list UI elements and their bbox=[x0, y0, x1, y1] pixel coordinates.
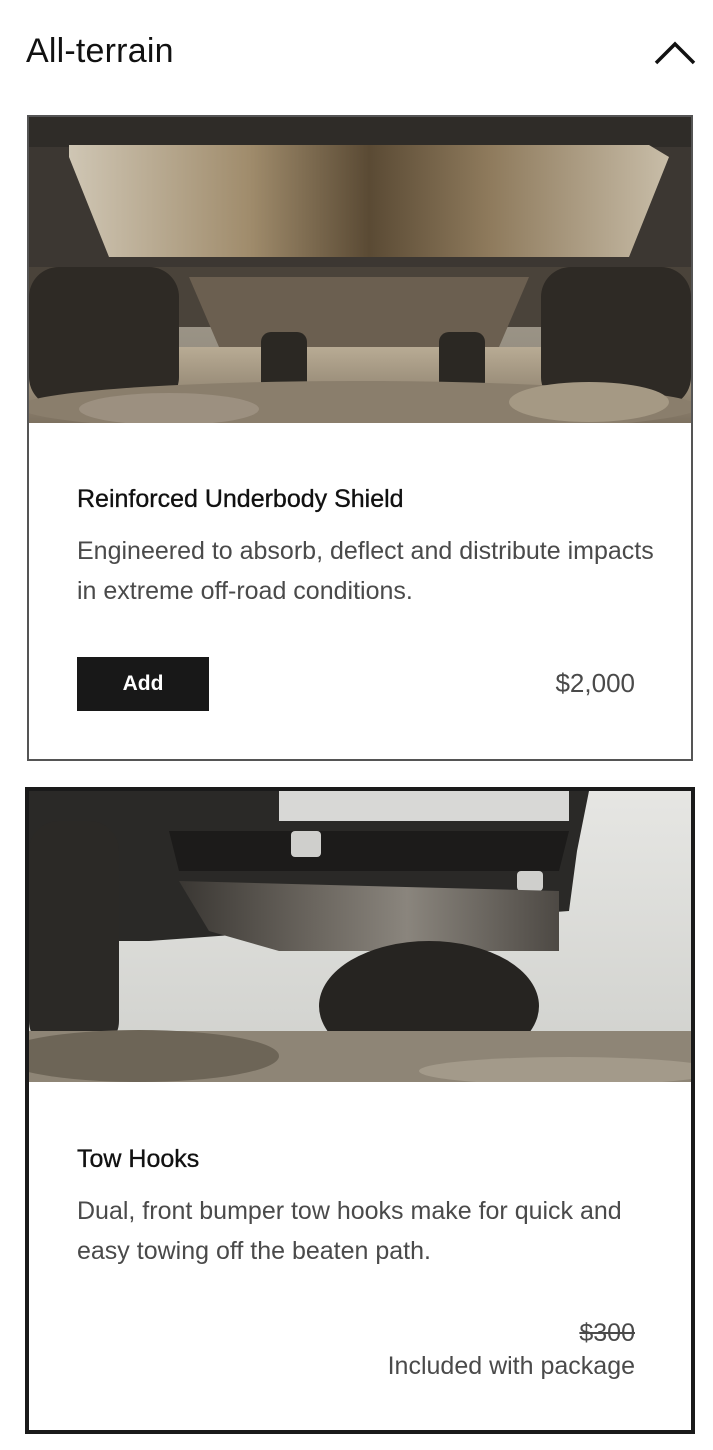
accessories-page: All-terrain Reinforced Underbody Shield … bbox=[0, 0, 713, 1450]
underbody-shield-image bbox=[29, 117, 691, 423]
add-button[interactable]: Add bbox=[77, 657, 209, 711]
accessory-card-tow-hooks[interactable]: Tow Hooks Dual, front bumper tow hooks m… bbox=[25, 787, 695, 1434]
card-title: Reinforced Underbody Shield bbox=[77, 485, 404, 513]
original-price: $300 bbox=[579, 1319, 635, 1347]
chevron-up-icon[interactable] bbox=[652, 34, 698, 74]
section-header-all-terrain[interactable]: All-terrain bbox=[0, 0, 713, 104]
accessory-card-underbody-shield[interactable]: Reinforced Underbody Shield Engineered t… bbox=[27, 115, 693, 761]
card-description: Engineered to absorb, deflect and distri… bbox=[77, 537, 654, 605]
section-title: All-terrain bbox=[26, 32, 174, 70]
card-price: $2,000 bbox=[555, 668, 635, 698]
card-title: Tow Hooks bbox=[77, 1145, 200, 1173]
card-description: Dual, front bumper tow hooks make for qu… bbox=[77, 1197, 622, 1265]
tow-hooks-image bbox=[29, 791, 691, 1082]
included-note: Included with package bbox=[387, 1352, 635, 1380]
